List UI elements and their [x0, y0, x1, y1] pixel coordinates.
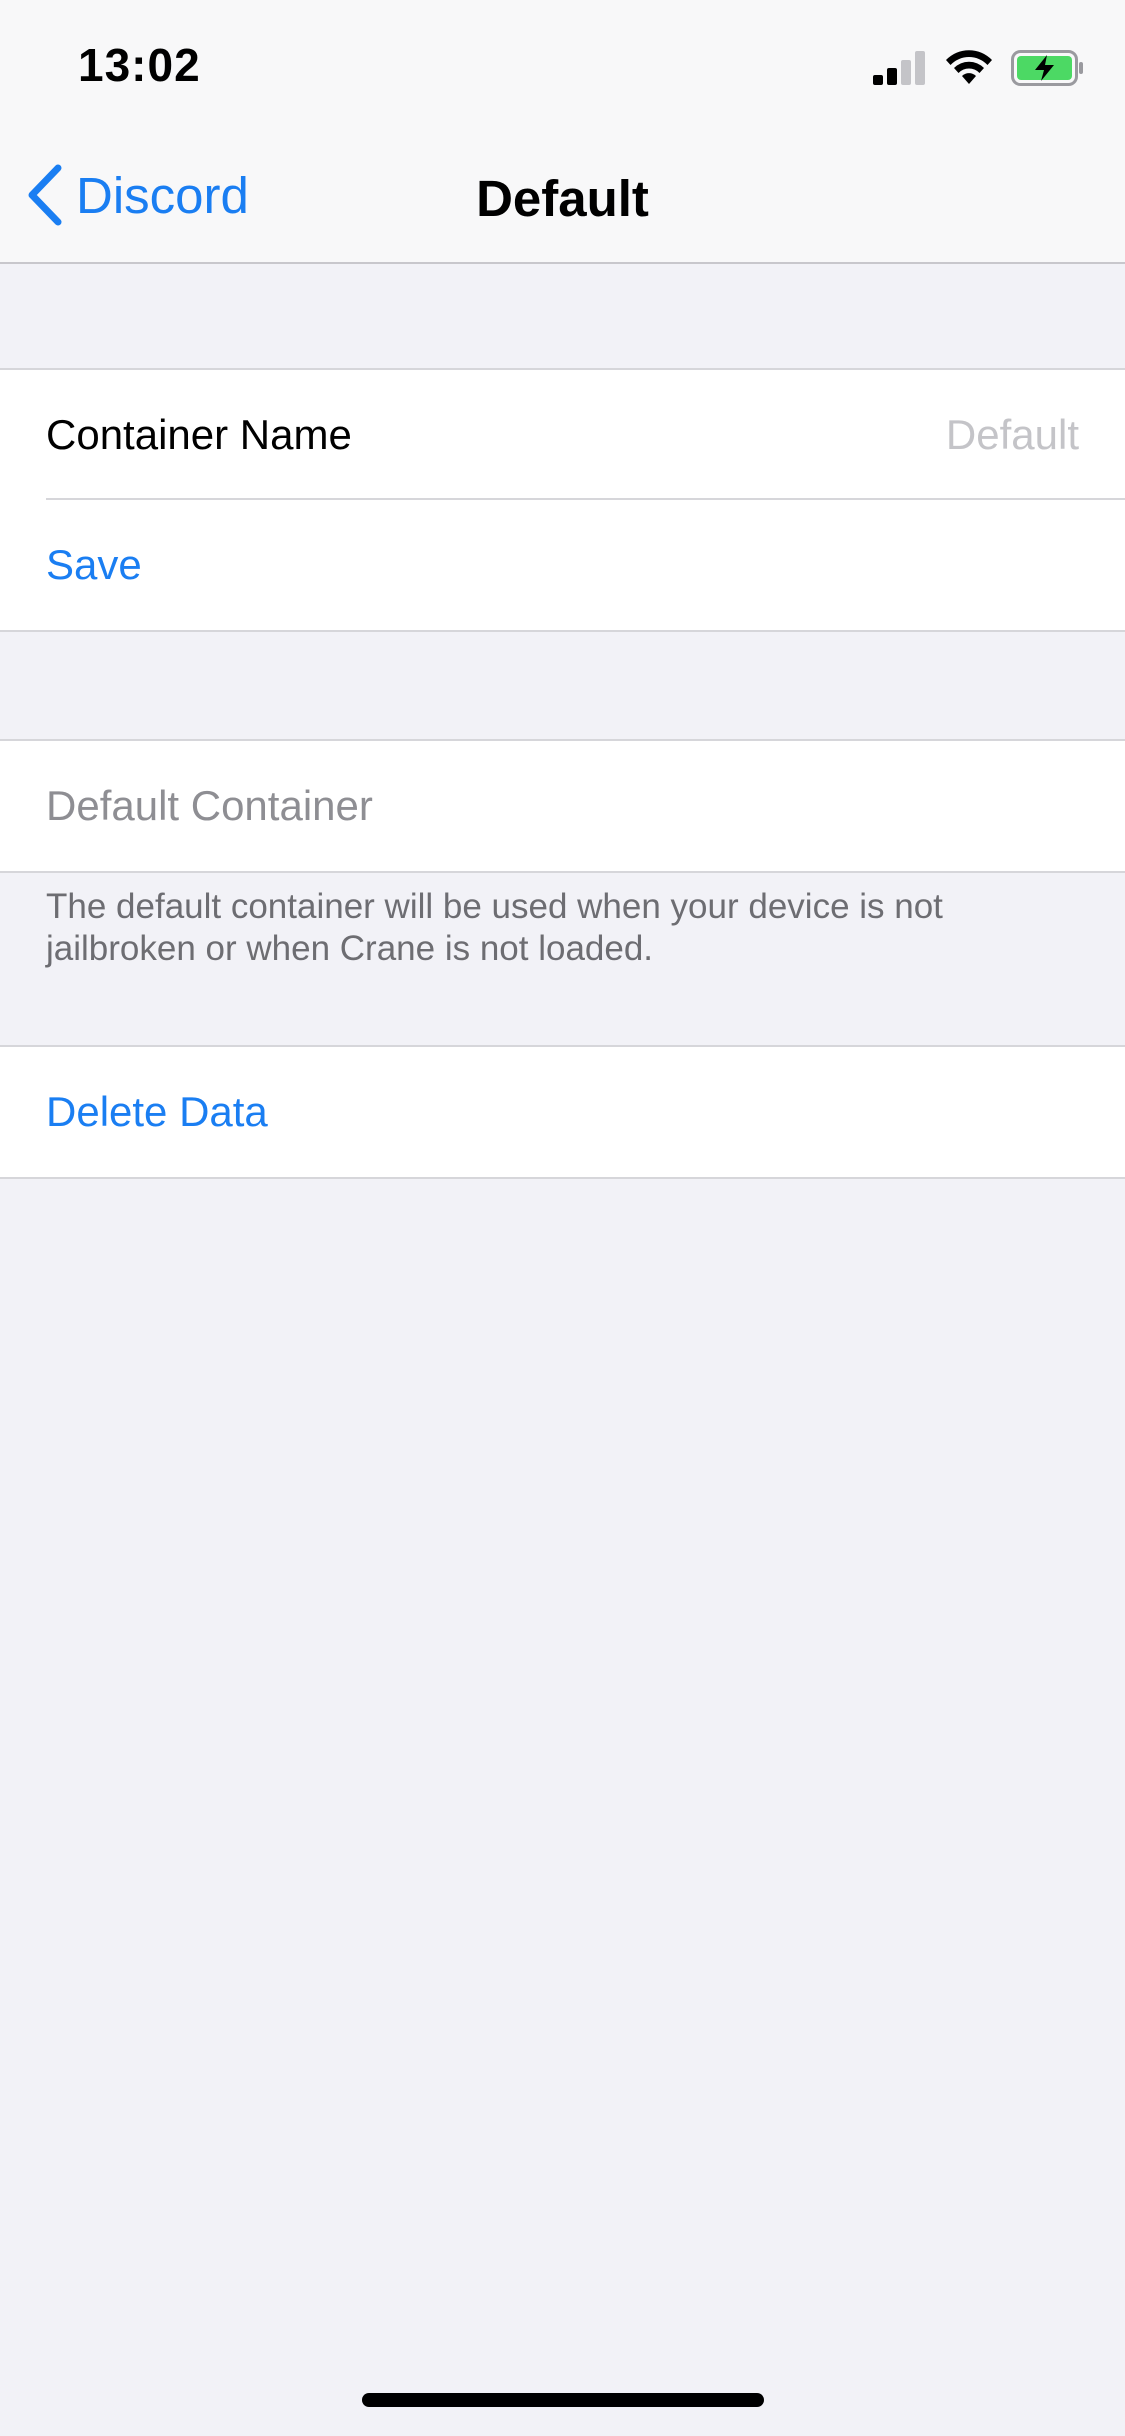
delete-data-row[interactable]: Delete Data — [0, 1047, 1125, 1177]
home-indicator — [362, 2393, 764, 2407]
battery-charging-icon — [1011, 50, 1083, 86]
page-title: Default — [476, 170, 649, 227]
default-container-row: Default Container — [0, 741, 1125, 871]
delete-data-button[interactable]: Delete Data — [46, 1088, 268, 1136]
default-container-label: Default Container — [46, 782, 373, 829]
default-container-footer: The default container will be used when … — [46, 887, 943, 968]
save-button[interactable]: Save — [46, 541, 142, 589]
container-settings-group: Container Name Save — [0, 368, 1125, 632]
navigation-bar: Discord Default — [0, 132, 1125, 264]
container-name-row: Container Name — [0, 370, 1125, 500]
signal-icon — [873, 51, 925, 85]
data-group: Delete Data — [0, 1045, 1125, 1179]
default-container-group: Default Container — [0, 739, 1125, 873]
save-row[interactable]: Save — [0, 500, 1125, 630]
status-bar: 13:02 — [0, 0, 1125, 132]
wifi-icon — [946, 50, 992, 84]
container-name-label: Container Name — [46, 411, 352, 458]
container-name-input[interactable] — [677, 410, 1081, 460]
status-icons — [873, 50, 1085, 86]
status-time: 13:02 — [78, 39, 201, 91]
